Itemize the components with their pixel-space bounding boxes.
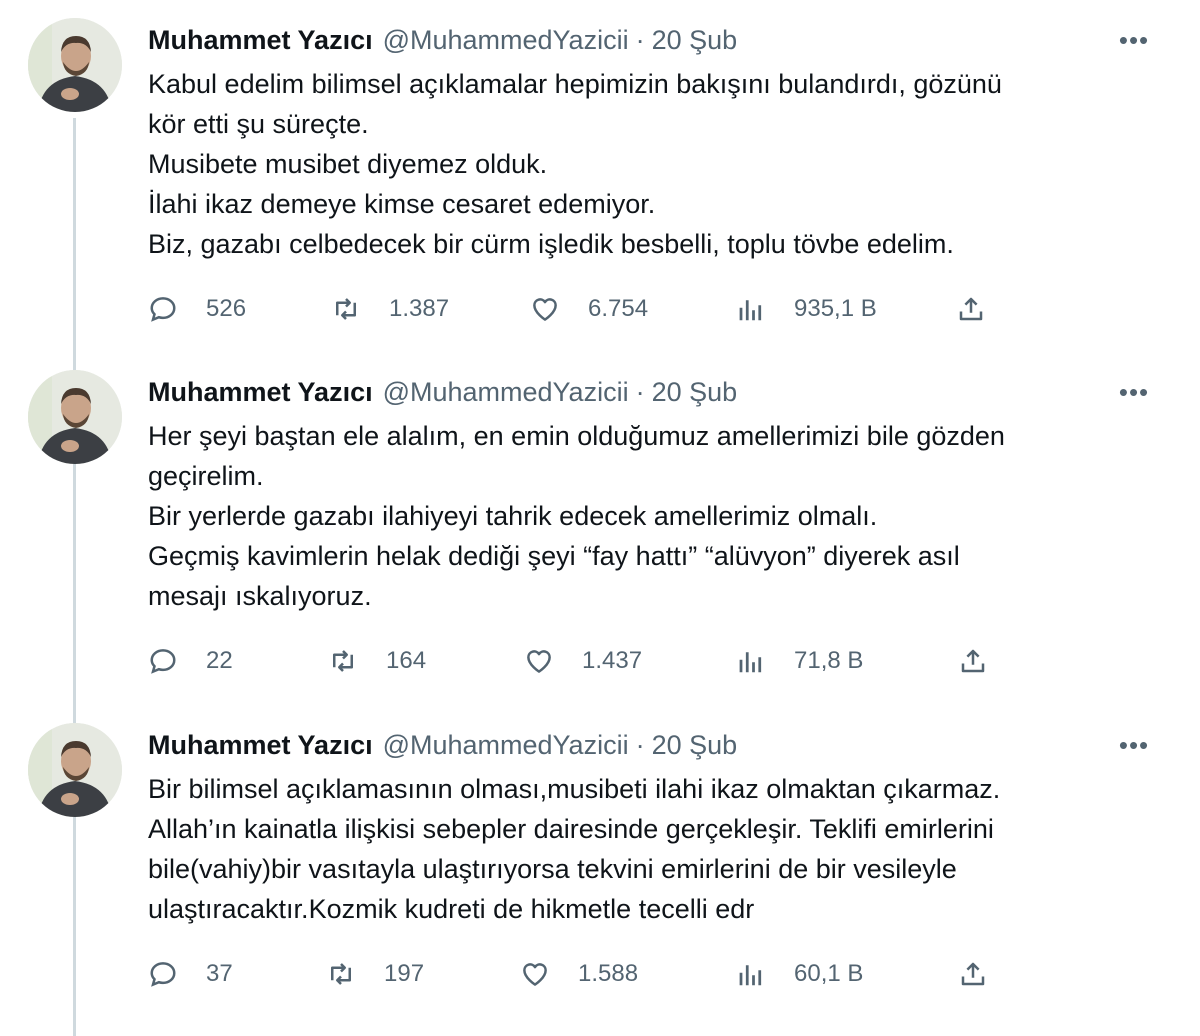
- tweet-header: Muhammet Yazıcı @MuhammedYazicii · 20 Şu…: [148, 22, 737, 58]
- like-count: 1.588: [578, 960, 639, 987]
- like-count: 6.754: [588, 295, 649, 322]
- tweet-text: Kabul edelim bilimsel açıklamalar hepimi…: [148, 64, 1148, 264]
- tweet-text-line: Musibete musibet diyemez olduk.: [148, 149, 548, 179]
- view-count: 935,1 B: [794, 295, 877, 322]
- separator: ·: [635, 376, 645, 407]
- tweet-header: Muhammet Yazıcı @MuhammedYazicii · 20 Şu…: [148, 727, 737, 763]
- tweet-actions: 22 164 1.437 71,8 B: [148, 643, 1048, 679]
- avatar-image: [28, 370, 122, 464]
- retweet-count: 197: [384, 960, 425, 987]
- tweet-text-line: Her şeyi baştan ele alalım, en emin oldu…: [148, 421, 1005, 451]
- tweet-text-line: Kabul edelim bilimsel açıklamalar hepimi…: [148, 69, 1002, 99]
- tweet-text-line: İlahi ikaz demeye kimse cesaret edemiyor…: [148, 189, 656, 219]
- share-button[interactable]: [958, 956, 988, 992]
- like-button[interactable]: 6.754: [530, 291, 648, 327]
- tweet-header: Muhammet Yazıcı @MuhammedYazicii · 20 Şu…: [148, 374, 737, 410]
- reply-count: 22: [206, 647, 233, 674]
- reply-count: 526: [206, 295, 247, 322]
- avatar[interactable]: [28, 18, 122, 112]
- author-name[interactable]: Muhammet Yazıcı: [148, 377, 373, 408]
- views-icon: [739, 965, 762, 986]
- heart-icon: [523, 963, 547, 986]
- retweet-button[interactable]: 197: [326, 956, 424, 992]
- avatar[interactable]: [28, 370, 122, 464]
- share-button[interactable]: [958, 643, 988, 679]
- separator: ·: [635, 729, 645, 760]
- retweet-button[interactable]: 1.387: [331, 291, 449, 327]
- tweet[interactable]: Muhammet Yazıcı @MuhammedYazicii · 20 Şu…: [0, 0, 1200, 350]
- share-icon: [961, 962, 985, 986]
- retweet-icon: [331, 963, 351, 985]
- views-button[interactable]: 60,1 B: [736, 956, 863, 992]
- more-icon[interactable]: •••: [1114, 22, 1154, 58]
- tweet-text-line: Geçmiş kavimlerin helak dediği şeyi “fay…: [148, 541, 960, 571]
- retweet-count: 1.387: [389, 295, 450, 322]
- tweet-text-line: Bir bilimsel açıklamasının olması,musibe…: [148, 774, 1001, 804]
- like-button[interactable]: 1.588: [520, 956, 638, 992]
- view-count: 71,8 B: [794, 647, 864, 674]
- tweet-date[interactable]: 20 Şub: [652, 730, 738, 761]
- reply-button[interactable]: 37: [148, 956, 233, 992]
- tweet-text-line: Bir yerlerde gazabı ilahiyeyi tahrik ede…: [148, 501, 878, 531]
- reply-icon: [150, 297, 176, 322]
- more-icon[interactable]: •••: [1114, 727, 1154, 763]
- tweet-text-line: ulaştıracaktır.Kozmik kudreti de hikmetl…: [148, 894, 755, 924]
- heart-icon: [527, 650, 551, 673]
- avatar-image: [28, 723, 122, 817]
- views-icon: [739, 652, 762, 673]
- views-button[interactable]: 71,8 B: [736, 643, 863, 679]
- tweet-text-line: geçirelim.: [148, 461, 264, 491]
- views-icon: [739, 300, 762, 321]
- author-name[interactable]: Muhammet Yazıcı: [148, 730, 373, 761]
- share-button[interactable]: [956, 291, 986, 327]
- tweet-date[interactable]: 20 Şub: [652, 25, 738, 56]
- tweet-text-line: kör etti şu süreçte.: [148, 109, 369, 139]
- tweet-text-line: Allah’ın kainatla ilişkisi sebepler dair…: [148, 814, 994, 844]
- tweet[interactable]: Muhammet Yazıcı @MuhammedYazicii · 20 Şu…: [0, 705, 1200, 1036]
- tweet-date[interactable]: 20 Şub: [652, 377, 738, 408]
- avatar-image: [28, 18, 122, 112]
- tweet-text-line: bile(vahiy)bir vasıtayla ulaştırıyorsa t…: [148, 854, 957, 884]
- more-icon[interactable]: •••: [1114, 374, 1154, 410]
- share-icon: [961, 649, 985, 673]
- like-button[interactable]: 1.437: [524, 643, 642, 679]
- avatar[interactable]: [28, 723, 122, 817]
- heart-icon: [533, 298, 557, 321]
- tweet-actions: 526 1.387 6.754 935,1 B: [148, 291, 1048, 327]
- view-count: 60,1 B: [794, 960, 864, 987]
- reply-icon: [150, 962, 176, 987]
- retweet-button[interactable]: 164: [328, 643, 426, 679]
- tweet-actions: 37 197 1.588 60,1 B: [148, 956, 1048, 992]
- retweet-icon: [336, 298, 356, 320]
- author-name[interactable]: Muhammet Yazıcı: [148, 25, 373, 56]
- author-handle[interactable]: @MuhammedYazicii: [383, 25, 629, 56]
- author-handle[interactable]: @MuhammedYazicii: [383, 730, 629, 761]
- like-count: 1.437: [582, 647, 643, 674]
- reply-icon: [150, 649, 176, 674]
- author-handle[interactable]: @MuhammedYazicii: [383, 377, 629, 408]
- share-icon: [959, 297, 983, 321]
- tweet[interactable]: Muhammet Yazıcı @MuhammedYazicii · 20 Şu…: [0, 352, 1200, 702]
- reply-button[interactable]: 526: [148, 291, 246, 327]
- tweet-text: Her şeyi baştan ele alalım, en emin oldu…: [148, 416, 1148, 616]
- reply-count: 37: [206, 960, 233, 987]
- views-button[interactable]: 935,1 B: [736, 291, 877, 327]
- retweet-icon: [333, 650, 353, 672]
- tweet-text-line: Biz, gazabı celbedecek bir cürm işledik …: [148, 229, 954, 259]
- tweet-text: Bir bilimsel açıklamasının olması,musibe…: [148, 769, 1148, 929]
- tweet-text-line: mesajı ıskalıyoruz.: [148, 581, 372, 611]
- reply-button[interactable]: 22: [148, 643, 233, 679]
- retweet-count: 164: [386, 647, 427, 674]
- separator: ·: [635, 24, 645, 55]
